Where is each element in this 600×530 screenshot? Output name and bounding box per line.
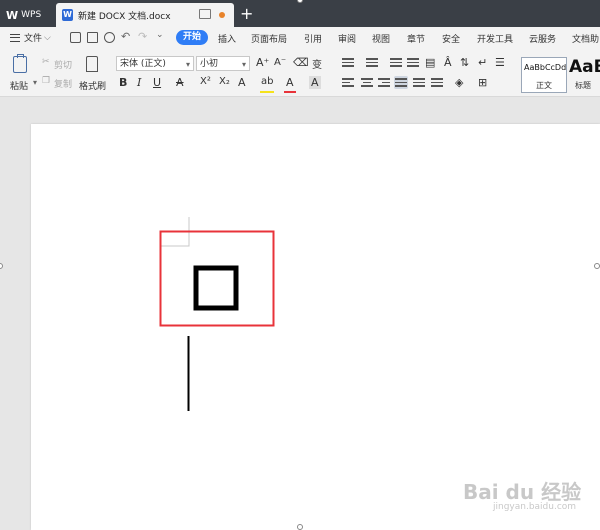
font-color-icon[interactable]: A (286, 76, 294, 89)
save-icon[interactable] (70, 32, 81, 43)
italic-icon[interactable]: I (137, 76, 141, 89)
shrink-font-icon[interactable]: A⁻ (274, 57, 286, 68)
style-normal[interactable]: AaBbCcDd 正文 (521, 57, 567, 93)
customize-toolbar-icon[interactable]: ⌄ (156, 30, 164, 40)
resize-handle-right[interactable] (594, 263, 600, 269)
highlight-color-swatch (260, 91, 274, 93)
line-spacing-icon[interactable]: ☰ (495, 56, 505, 69)
wps-tab-label: WPS (21, 10, 42, 20)
increase-indent-icon[interactable] (407, 58, 419, 68)
style-heading-sample[interactable]: AaB (569, 57, 600, 77)
underline-icon[interactable]: U (153, 76, 161, 89)
borders-icon[interactable]: ⊞ (478, 76, 487, 89)
wps-home-tab[interactable]: W WPS (0, 3, 53, 27)
grow-font-icon[interactable]: A⁺ (256, 56, 269, 69)
tab-home[interactable]: 开始 (176, 30, 208, 45)
font-size-select[interactable]: 小初 ▾ (196, 56, 250, 71)
style-normal-sample: AaBbCcDd (524, 63, 567, 72)
tab-review[interactable]: 审阅 (338, 32, 356, 45)
baidu-watermark: Bai du 经验 jingyan.baidu.com (463, 462, 593, 522)
numbered-list-icon[interactable] (366, 58, 378, 68)
format-painter-icon[interactable] (86, 56, 98, 72)
sort-icon[interactable]: ⇅ (460, 56, 469, 69)
font-size-value: 小初 (200, 59, 219, 69)
character-shading-icon[interactable]: A (309, 76, 321, 89)
font-name-value: 宋体 (正文) (120, 59, 166, 69)
font-name-select[interactable]: 宋体 (正文) ▾ (116, 56, 194, 71)
docx-file-icon: W (62, 9, 73, 21)
chinese-layout-icon[interactable]: ▤ (425, 56, 435, 69)
paste-dropdown-icon[interactable]: ▾ (33, 78, 37, 87)
subscript-icon[interactable]: X₂ (219, 76, 230, 87)
tab-sections[interactable]: 章节 (407, 32, 425, 45)
distributed-align-icon[interactable] (413, 78, 425, 88)
line-spacing-options-icon[interactable] (431, 78, 443, 88)
menu-bar: 文件 ⌵ ↶ ↷ ⌄ 开始 插入 页面布局 引用 审阅 视图 章节 安全 开发工… (0, 27, 600, 50)
tab-references[interactable]: 引用 (304, 32, 322, 45)
document-tab[interactable]: W 新建 DOCX 文档.docx (56, 3, 234, 27)
text-direction-icon[interactable]: Â (444, 56, 452, 69)
copy-icon: ❐ (42, 76, 51, 86)
bold-icon[interactable]: B (119, 76, 127, 89)
square-symbol[interactable] (193, 265, 239, 311)
cut-button[interactable]: 剪切 (54, 58, 72, 71)
tab-insert[interactable]: 插入 (218, 32, 236, 45)
style-heading-label[interactable]: 标题 (575, 80, 591, 91)
watermark-text: Bai du 经验 (463, 480, 582, 504)
print-icon[interactable] (87, 32, 98, 43)
resize-handle-bottom[interactable] (297, 524, 303, 530)
highlight-icon[interactable]: ab (261, 76, 273, 87)
title-bar: W WPS W 新建 DOCX 文档.docx + (0, 0, 600, 27)
chevron-down-icon: ▾ (185, 60, 190, 69)
scissors-icon: ✂ (42, 57, 50, 67)
tab-page-layout[interactable]: 页面布局 (251, 32, 287, 45)
tab-view[interactable]: 视图 (372, 32, 390, 45)
phonetic-guide-icon[interactable]: 变 (312, 56, 322, 71)
watermark-url: jingyan.baidu.com (493, 502, 577, 512)
decrease-indent-icon[interactable] (390, 58, 402, 68)
text-effects-icon[interactable]: A (238, 76, 246, 89)
hamburger-icon (10, 33, 20, 42)
chevron-down-icon: ▾ (241, 60, 246, 69)
file-menu[interactable]: 文件 ⌵ (10, 31, 51, 44)
font-color-swatch (284, 91, 296, 93)
bullet-list-icon[interactable] (342, 58, 354, 68)
tab-cloud-service[interactable]: 云服务 (529, 32, 556, 45)
paste-button-label[interactable]: 粘贴 (10, 79, 28, 92)
style-normal-label: 正文 (536, 81, 552, 90)
format-painter-button[interactable]: 格式刷 (79, 79, 106, 92)
new-tab-button[interactable]: + (240, 3, 254, 25)
unsaved-indicator-icon (219, 12, 225, 18)
print-preview-icon[interactable] (104, 32, 115, 43)
show-formatting-marks-icon[interactable]: ↵ (478, 56, 487, 69)
document-tab-title: 新建 DOCX 文档.docx (78, 11, 171, 22)
justify-icon[interactable] (394, 76, 408, 89)
file-menu-label: 文件 (24, 34, 43, 44)
superscript-icon[interactable]: X² (200, 76, 211, 87)
copy-button[interactable]: 复制 (54, 77, 72, 90)
chevron-down-icon: ⌵ (44, 32, 51, 43)
wps-logo-icon: W (6, 8, 19, 22)
redo-icon[interactable]: ↷ (138, 30, 147, 43)
clear-formatting-icon[interactable]: ⌫ (293, 56, 309, 69)
undo-icon[interactable]: ↶ (121, 30, 130, 43)
align-center-icon[interactable] (361, 78, 373, 88)
tab-developer-tools[interactable]: 开发工具 (477, 32, 513, 45)
paste-icon[interactable] (13, 54, 27, 73)
tab-security[interactable]: 安全 (442, 32, 460, 45)
strikethrough-icon[interactable]: A (176, 76, 184, 89)
shading-icon[interactable]: ◈ (455, 76, 463, 89)
ribbon-toolbar: 粘贴 ▾ ✂ 剪切 ❐ 复制 格式刷 宋体 (正文) ▾ 小初 ▾ A⁺ A⁻ … (0, 49, 600, 97)
window-mode-icon[interactable] (199, 9, 211, 19)
align-left-icon[interactable] (342, 78, 354, 88)
align-right-icon[interactable] (378, 78, 390, 88)
tab-document-assistant[interactable]: 文档助 (572, 32, 599, 45)
